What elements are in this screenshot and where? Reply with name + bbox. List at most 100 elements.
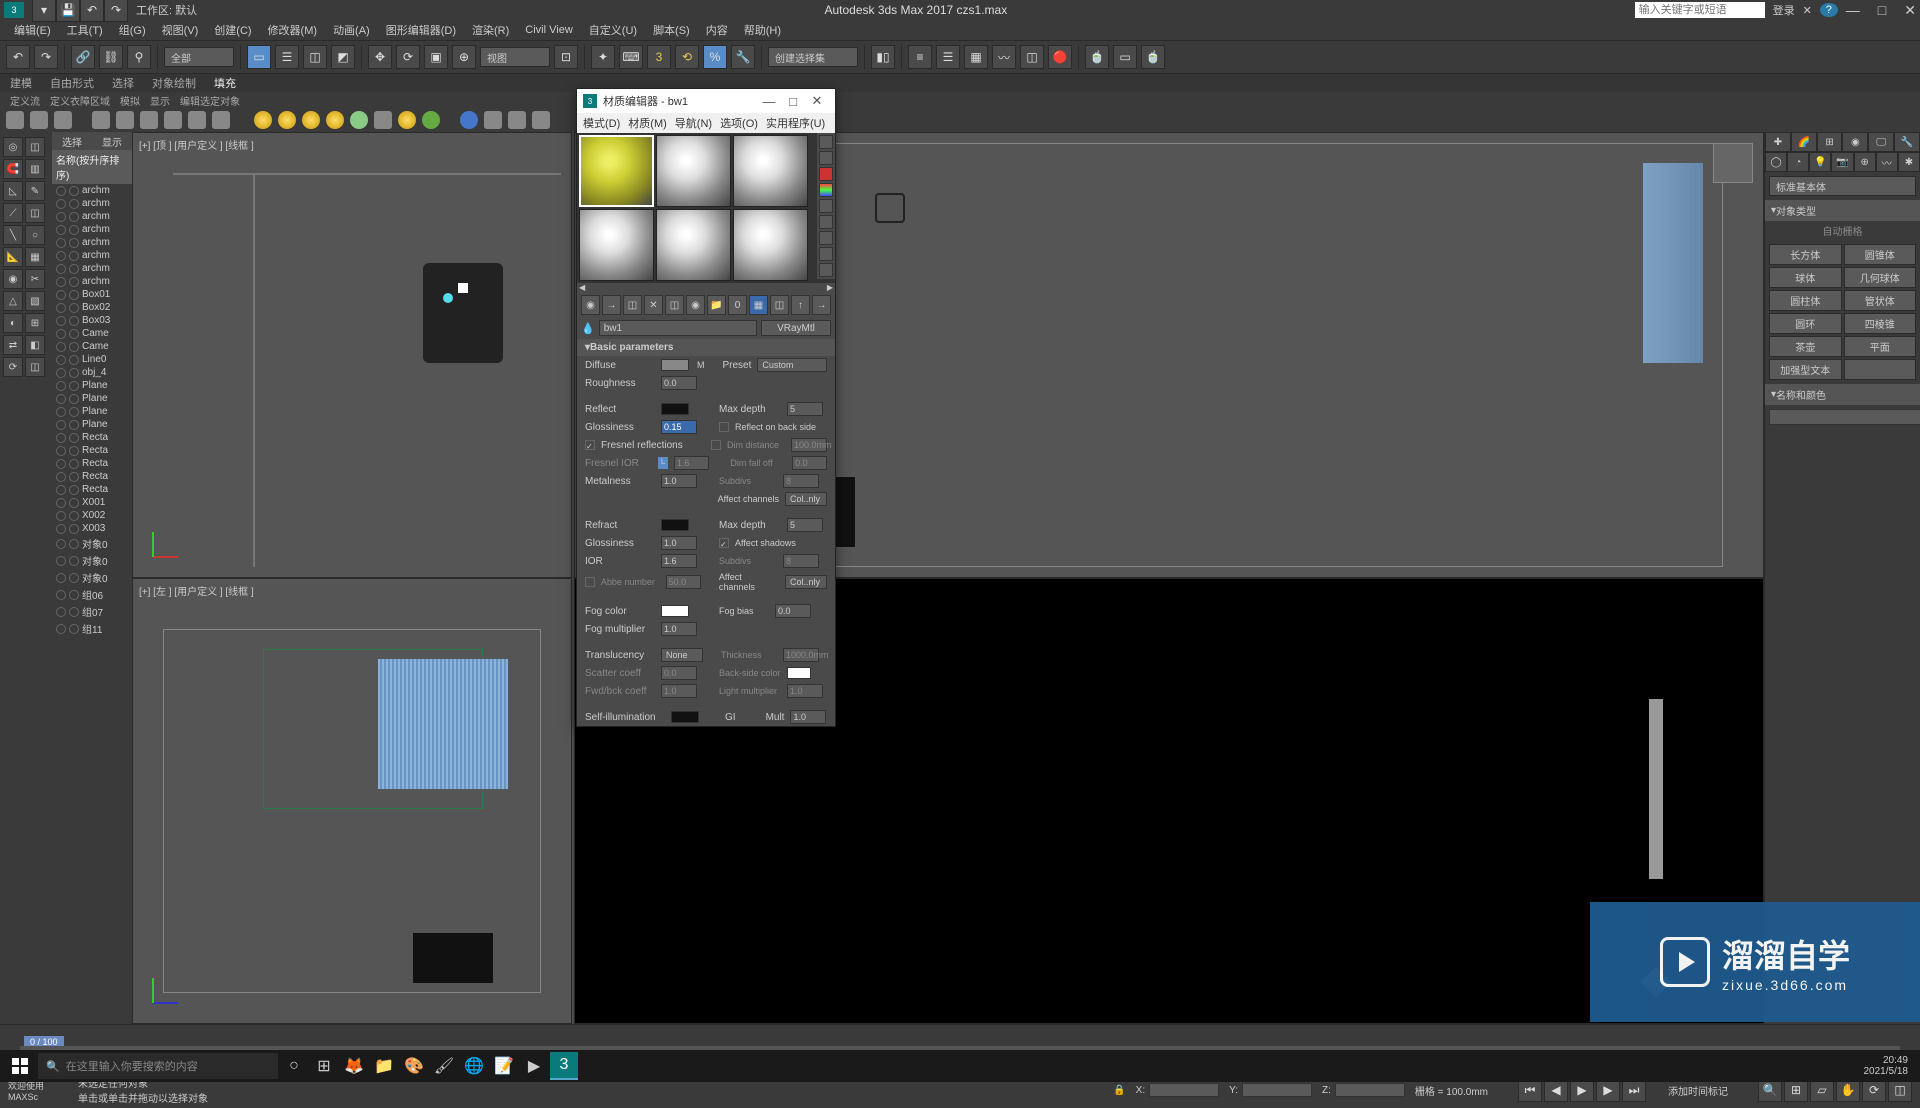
menu-dropdown-icon[interactable]: ▾ [32,0,56,22]
scene-item[interactable]: Plane [52,379,132,392]
ribbon-tab[interactable]: 选择 [112,75,134,91]
refract-gloss-spinner[interactable]: 1.0 [661,536,697,550]
material-id-button[interactable]: 0 [728,295,747,315]
help-search-input[interactable] [1635,2,1765,18]
backside-swatch[interactable] [787,667,811,679]
scene-item[interactable]: Box01 [52,288,132,301]
move-button[interactable]: ✥ [368,45,392,69]
lock-icon[interactable]: 🔒 [1113,1085,1125,1096]
name-color-header[interactable]: ▾ 名称和颜色 [1765,384,1920,405]
cortana-icon[interactable]: ○ [280,1052,308,1080]
menu-item[interactable]: 图形编辑器(D) [380,20,462,40]
scene-item[interactable]: obj_4 [52,366,132,379]
ribbon-subtab[interactable]: 模拟 [120,93,140,108]
sun-icon-2[interactable] [278,111,296,129]
go-forward-button[interactable]: → [812,295,831,315]
percent-snap-button[interactable]: % [703,45,727,69]
ribbon-subtab[interactable]: 定义衣障区域 [50,93,110,108]
ribbon-tab[interactable]: 填充 [214,75,236,91]
display-tab[interactable]: 🖵 [1868,132,1894,152]
scene-item[interactable]: archm [52,236,132,249]
angle-snap-button[interactable]: ⟲ [675,45,699,69]
rollup-header[interactable]: ▾ Basic parameters [577,339,835,356]
metalness-spinner[interactable]: 1.0 [661,474,697,488]
ribbon-subtab[interactable]: 定义流 [10,93,40,108]
create-object-button[interactable] [1844,359,1917,380]
sphere-orange-icon[interactable] [326,111,344,129]
app-icon-3[interactable]: 📝 [490,1052,518,1080]
app-icon-4[interactable]: ▶ [520,1052,548,1080]
show-end-result-button[interactable]: ◫ [770,295,789,315]
scene-item[interactable]: Recta [52,444,132,457]
dialog-minimize-button[interactable]: — [757,94,781,109]
glossiness-spinner[interactable]: 0.15 [661,420,697,434]
window-crossing-button[interactable]: ◩ [331,45,355,69]
graphite-tool-8[interactable]: ◫ [25,203,45,223]
material-menu-item[interactable]: 材质(M) [628,115,667,131]
light-preset-6[interactable] [140,111,158,129]
ribbon-subtab[interactable]: 编辑选定对象 [180,93,240,108]
reflect-maxdepth-spinner[interactable]: 5 [787,402,823,416]
help-icon[interactable]: ? [1820,3,1838,17]
motion-tab[interactable]: ◉ [1842,132,1868,152]
explorer-icon[interactable]: 📁 [370,1052,398,1080]
create-object-button[interactable]: 加强型文本 [1769,359,1842,380]
fog-bias-spinner[interactable]: 0.0 [775,604,811,618]
graphite-tool-18[interactable]: ⊞ [25,313,45,333]
maximize-button[interactable]: □ [1878,2,1886,19]
scene-item[interactable]: 组06 [52,586,132,603]
layer-button[interactable]: ☰ [936,45,960,69]
graphite-tool-22[interactable]: ◫ [25,357,45,377]
graphite-tool-3[interactable]: 🧲 [3,159,23,179]
make-copy-button[interactable]: ◫ [665,295,684,315]
app-icon-2[interactable]: 🖌 [430,1052,458,1080]
create-object-button[interactable]: 长方体 [1769,244,1842,265]
scene-item[interactable]: Plane [52,392,132,405]
ribbon-tab[interactable]: 自由形式 [50,75,94,91]
graphite-tool-14[interactable]: ✂ [25,269,45,289]
helpers-subtab[interactable]: ⊕ [1854,152,1876,172]
create-object-button[interactable]: 圆柱体 [1769,290,1842,311]
sphere-green-icon[interactable] [350,111,368,129]
infocenter-icon[interactable]: ✕ [1803,4,1812,17]
get-material-button[interactable]: ◉ [581,295,600,315]
align-button[interactable]: ≡ [908,45,932,69]
workspace-label[interactable]: 工作区: 默认 [136,2,197,18]
scene-item[interactable]: Box03 [52,314,132,327]
affect-shadows-checkbox[interactable] [719,538,729,548]
systems-subtab[interactable]: ✱ [1898,152,1920,172]
snap-toggle-button[interactable]: 3 [647,45,671,69]
shapes-subtab[interactable]: ◔ [1787,152,1809,172]
selfillum-swatch[interactable] [671,711,699,723]
material-editor-button[interactable]: 🔴 [1048,45,1072,69]
material-slot-4[interactable] [579,209,654,281]
scene-item[interactable]: 组11 [52,620,132,637]
scene-item[interactable]: Box02 [52,301,132,314]
scale-button[interactable]: ▣ [424,45,448,69]
viewport-left[interactable]: [+] [左 ] [用户定义 ] [线框 ] [132,578,572,1024]
light-preset-4[interactable] [92,111,110,129]
scene-item[interactable]: X002 [52,509,132,522]
sun-icon[interactable] [254,111,272,129]
sample-uv-button[interactable] [819,183,833,197]
task-view-icon[interactable]: ⊞ [310,1052,338,1080]
create-object-button[interactable]: 茶壶 [1769,336,1842,357]
menu-item[interactable]: 自定义(U) [583,20,643,40]
placement-button[interactable]: ⊕ [452,45,476,69]
material-menu-item[interactable]: 选项(O) [720,115,758,131]
render-button[interactable]: 🍵 [1141,45,1165,69]
undo-icon[interactable]: ↶ [80,0,104,22]
start-button[interactable] [4,1052,36,1080]
menu-item[interactable]: 渲染(R) [466,20,515,40]
material-name-input[interactable] [599,320,757,336]
category-dropdown[interactable]: 标准基本体 [1769,176,1916,196]
schematic-view-button[interactable]: ◫ [1020,45,1044,69]
horizontal-scroll[interactable] [0,1024,1920,1038]
app-icon-1[interactable]: 🎨 [400,1052,428,1080]
menu-item[interactable]: 工具(T) [61,20,109,40]
graphite-tool-20[interactable]: ◧ [25,335,45,355]
graphite-tool-4[interactable]: ▥ [25,159,45,179]
menu-item[interactable]: 编辑(E) [8,20,57,40]
sphere-yellow-icon[interactable] [302,111,320,129]
plant-icon[interactable] [422,111,440,129]
